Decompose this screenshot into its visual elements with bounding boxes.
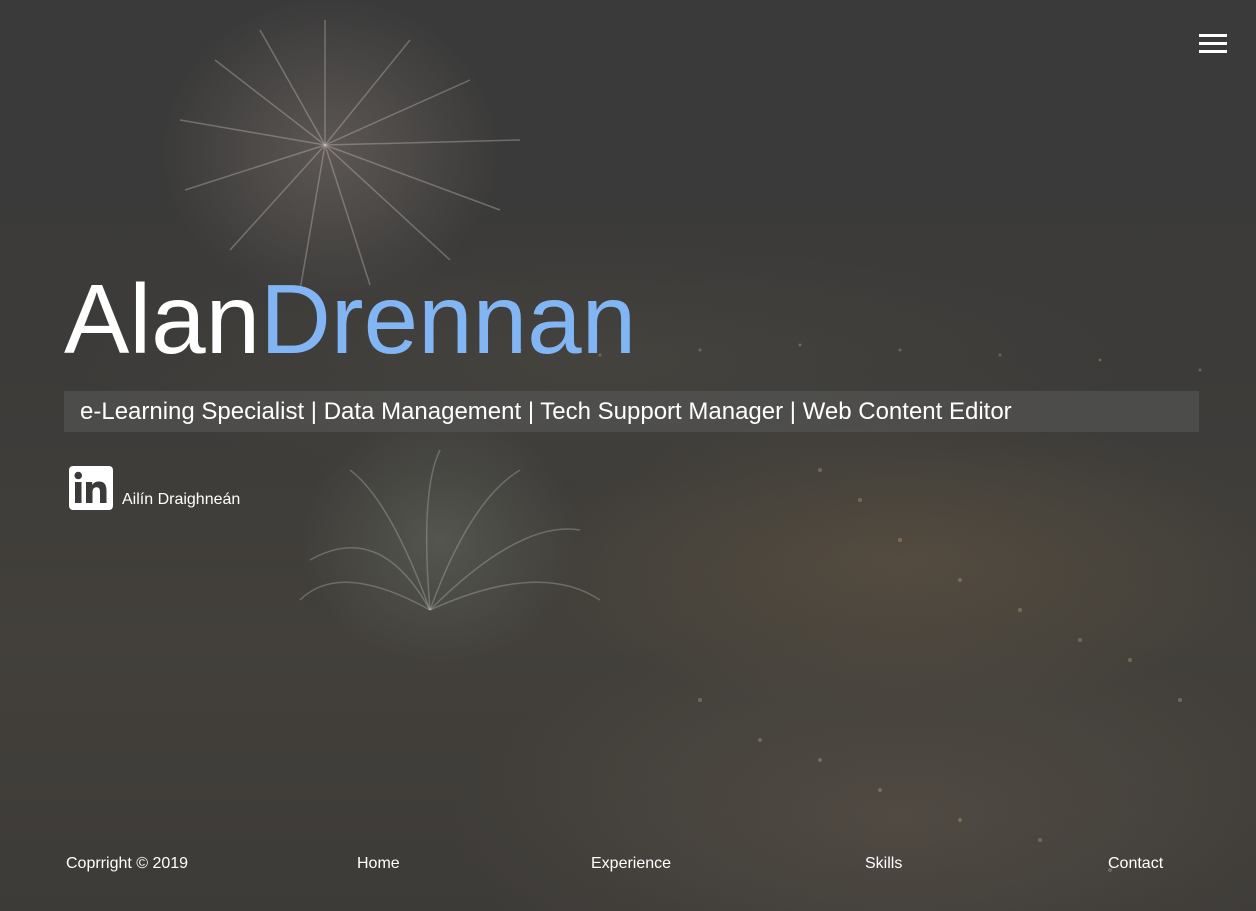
linkedin-icon (69, 466, 113, 510)
footer-nav-skills[interactable]: Skills (865, 855, 902, 873)
hamburger-menu-icon (1199, 34, 1227, 53)
first-name: Alan (64, 264, 261, 374)
copyright-text: Coprright © 2019 (66, 855, 189, 872)
linkedin-name: Ailín Draighneán (122, 491, 241, 508)
page-title: AlanDrennan (64, 264, 637, 374)
footer-nav-home[interactable]: Home (357, 855, 400, 873)
footer-nav-experience[interactable]: Experience (591, 855, 671, 873)
footer: Coprright © 2019 Home Experience Skills … (0, 855, 1256, 875)
page: AlanDrennan e-Learning Specialist | Data… (0, 0, 1256, 911)
tagline-bar: e-Learning Specialist | Data Management … (64, 391, 1199, 432)
footer-nav-contact[interactable]: Contact (1108, 855, 1163, 873)
fireworks-background-image (179, 20, 1202, 872)
menu-button[interactable] (1199, 34, 1227, 54)
last-name: Drennan (260, 264, 637, 374)
linkedin-link[interactable]: Ailín Draighneán (69, 466, 240, 510)
tagline: e-Learning Specialist | Data Management … (80, 398, 1012, 425)
